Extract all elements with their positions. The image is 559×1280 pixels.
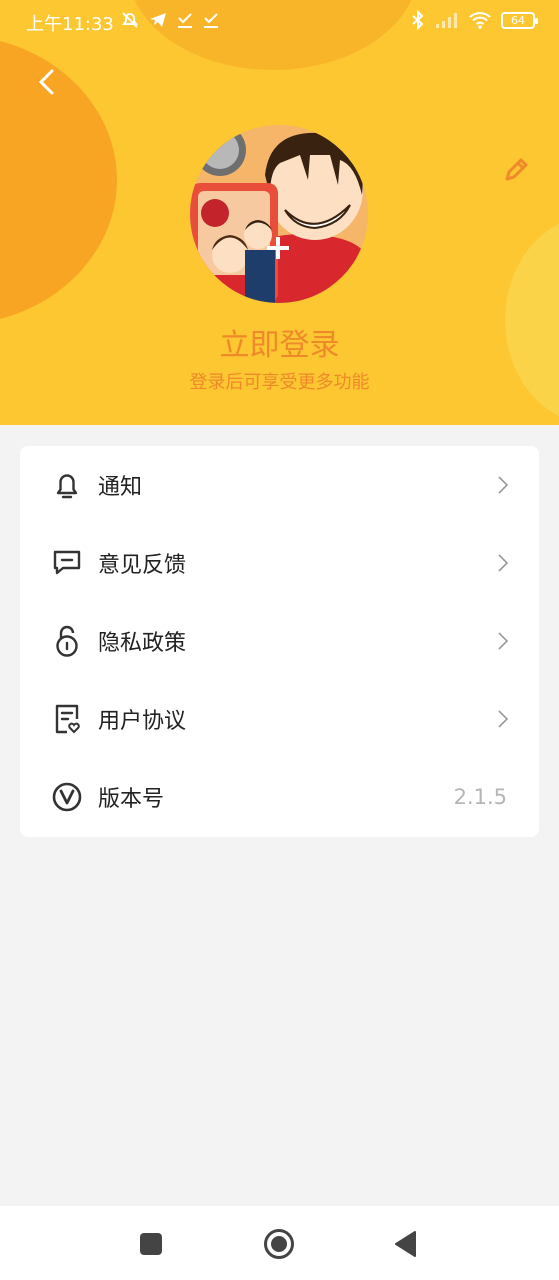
- home-button[interactable]: [259, 1224, 299, 1264]
- chevron-right-icon: [495, 473, 511, 497]
- download-done-icon: [204, 13, 218, 28]
- feedback-icon: [50, 546, 84, 580]
- profile-header: 上午11:33 64 立即登录 登录后可享受更多功能: [0, 0, 559, 425]
- status-bar: 上午11:33 64: [0, 0, 559, 44]
- menu-item-feedback[interactable]: 意见反馈: [20, 524, 539, 602]
- system-icons: 64: [411, 10, 538, 30]
- avatar[interactable]: [190, 125, 368, 303]
- download-done-icon: [178, 13, 192, 28]
- notification-icons: [120, 10, 220, 30]
- system-navigation-bar: [0, 1206, 559, 1280]
- menu-item-label: 用户协议: [98, 709, 187, 734]
- home-circle-icon: [264, 1229, 294, 1259]
- edit-profile-button[interactable]: [496, 150, 536, 190]
- battery-icon: 64: [501, 11, 538, 29]
- menu-item-label: 版本号: [98, 787, 165, 812]
- settings-card: 通知 意见反馈 隐私政策 用户协议 版本号 2.1.5: [20, 446, 539, 837]
- menu-item-version: 版本号 2.1.5: [20, 758, 539, 836]
- chevron-right-icon: [495, 551, 511, 575]
- chevron-right-icon: [495, 707, 511, 731]
- back-nav-button[interactable]: [386, 1224, 426, 1264]
- menu-item-label: 隐私政策: [98, 631, 187, 656]
- chevron-right-icon: [495, 629, 511, 653]
- login-title[interactable]: 立即登录: [0, 320, 559, 364]
- version-number: 2.1.5: [453, 785, 507, 809]
- lock-icon: [50, 624, 84, 658]
- menu-item-label: 通知: [98, 475, 143, 500]
- bell-icon: [50, 468, 84, 502]
- status-time: 上午11:33: [26, 14, 114, 35]
- pencil-icon: [505, 158, 528, 181]
- back-button[interactable]: [28, 64, 64, 100]
- alarm-muted-icon: [122, 12, 138, 28]
- telegram-icon: [150, 13, 166, 27]
- battery-level: 64: [511, 13, 525, 27]
- bluetooth-icon: [412, 10, 424, 30]
- login-subtitle: 登录后可享受更多功能: [189, 372, 370, 393]
- recent-apps-button[interactable]: [131, 1224, 171, 1264]
- menu-item-user-agreement[interactable]: 用户协议: [20, 680, 539, 758]
- menu-item-label: 意见反馈: [98, 553, 187, 578]
- chevron-left-icon: [38, 69, 54, 95]
- menu-item-notification[interactable]: 通知: [20, 446, 539, 524]
- wifi-icon: [469, 12, 491, 29]
- version-icon: [50, 780, 84, 814]
- triangle-back-icon: [395, 1231, 416, 1257]
- avatar-illustration: [190, 125, 368, 303]
- signal-icon: [436, 13, 457, 28]
- agreement-icon: [50, 702, 84, 736]
- square-icon: [140, 1233, 162, 1255]
- menu-item-privacy[interactable]: 隐私政策: [20, 602, 539, 680]
